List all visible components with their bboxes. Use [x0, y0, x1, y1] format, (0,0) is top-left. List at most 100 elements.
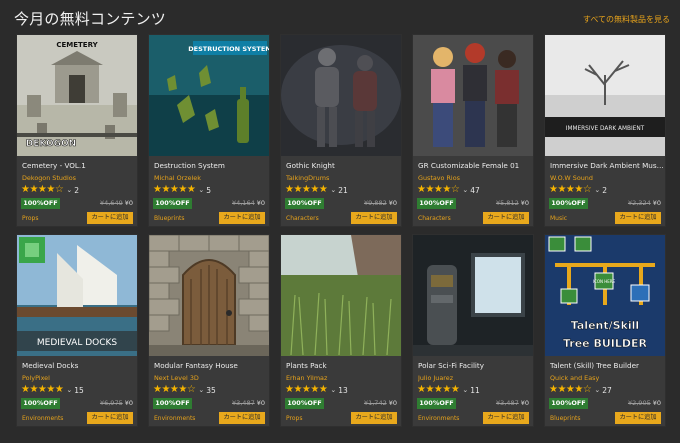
discount-badge: 100%OFF: [549, 198, 588, 209]
product-thumbnail[interactable]: ICON HERE Talent/Skill Tree BUILDER: [545, 235, 665, 356]
category-link[interactable]: Environments: [418, 415, 459, 422]
discount-badge: 100%OFF: [285, 198, 324, 209]
add-to-cart-button[interactable]: カートに追加: [615, 412, 661, 424]
add-to-cart-button[interactable]: カートに追加: [483, 412, 529, 424]
discount-badge: 100%OFF: [153, 398, 192, 409]
rating[interactable]: ★★★★☆ ⌄ 35: [153, 384, 216, 396]
product-card[interactable]: Gothic Knight TalkingDrums ★★★★★ ⌄ 21 10…: [280, 34, 402, 227]
category-link[interactable]: Music: [550, 215, 567, 222]
see-all-free-products-link[interactable]: すべての無料製品を見る: [583, 14, 670, 25]
category-link[interactable]: Environments: [22, 415, 63, 422]
publisher-link[interactable]: Dekogon Studios: [22, 174, 136, 182]
publisher-link[interactable]: Quick and Easy: [550, 374, 664, 382]
rating[interactable]: ★★★★☆ ⌄ 47: [417, 184, 480, 196]
publisher-link[interactable]: Julio Juarez: [418, 374, 532, 382]
product-card[interactable]: DESTRUCTION SYSTEM Destruction System Mi…: [148, 34, 270, 227]
product-thumbnail[interactable]: MEDIEVAL DOCKS: [17, 235, 137, 356]
original-price: ¥4,649: [99, 199, 123, 207]
add-to-cart-button[interactable]: カートに追加: [219, 412, 265, 424]
product-thumbnail[interactable]: [413, 35, 533, 156]
price: ¥2,324 ¥0: [628, 199, 661, 207]
rating[interactable]: ★★★★★ ⌄ 15: [21, 384, 84, 396]
category-link[interactable]: Blueprints: [154, 215, 185, 222]
add-to-cart-button[interactable]: カートに追加: [483, 212, 529, 224]
product-name[interactable]: Immersive Dark Ambient Music P...: [550, 161, 664, 170]
add-to-cart-button[interactable]: カートに追加: [351, 412, 397, 424]
category-link[interactable]: Environments: [154, 415, 195, 422]
add-to-cart-button[interactable]: カートに追加: [87, 412, 133, 424]
price: ¥1,742 ¥0: [364, 399, 397, 407]
product-name[interactable]: Modular Fantasy House: [154, 361, 268, 370]
rating[interactable]: ★★★★★ ⌄ 13: [285, 384, 348, 396]
product-card[interactable]: Plants Pack Erhan Yilmaz ★★★★★ ⌄ 13 100%…: [280, 234, 402, 427]
rating[interactable]: ★★★★★ ⌄ 11: [417, 384, 480, 396]
publisher-link[interactable]: Gustavo Rios: [418, 174, 532, 182]
product-name[interactable]: Cemetery - VOL.1: [22, 161, 136, 170]
chevron-down-icon: ⌄: [330, 386, 337, 394]
add-to-cart-button[interactable]: カートに追加: [351, 212, 397, 224]
star-rating-icon: ★★★★★: [417, 384, 460, 395]
price: ¥4,649 ¥0: [100, 199, 133, 207]
product-name[interactable]: Gothic Knight: [286, 161, 400, 170]
star-rating-icon: ★★★★☆: [417, 184, 460, 195]
add-to-cart-button[interactable]: カートに追加: [87, 212, 133, 224]
product-thumbnail[interactable]: [149, 235, 269, 356]
section-header: 今月の無料コンテンツ すべての無料製品を見る: [14, 8, 670, 32]
star-rating-icon: ★★★★☆: [21, 184, 64, 195]
add-to-cart-button[interactable]: カートに追加: [615, 212, 661, 224]
rating[interactable]: ★★★★★ ⌄ 21: [285, 184, 348, 196]
category-link[interactable]: Props: [22, 215, 38, 222]
product-card[interactable]: Modular Fantasy House Next Level 3D ★★★★…: [148, 234, 270, 427]
product-name[interactable]: Talent (Skill) Tree Builder: [550, 361, 664, 370]
rating[interactable]: ★★★★☆ ⌄ 27: [549, 384, 612, 396]
rating[interactable]: ★★★★★ ⌄ 5: [153, 184, 211, 196]
category-link[interactable]: Blueprints: [550, 415, 581, 422]
rating-count: 35: [206, 385, 216, 395]
product-name[interactable]: GR Customizable Female 01: [418, 161, 532, 170]
publisher-link[interactable]: W.O.W Sound: [550, 174, 664, 182]
product-card[interactable]: IMMERSIVE DARK AMBIENT Immersive Dark Am…: [544, 34, 666, 227]
publisher-link[interactable]: Next Level 3D: [154, 374, 268, 382]
product-thumbnail[interactable]: DESTRUCTION SYSTEM: [149, 35, 269, 156]
publisher-link[interactable]: Erhan Yilmaz: [286, 374, 400, 382]
product-card[interactable]: GR Customizable Female 01 Gustavo Rios ★…: [412, 34, 534, 227]
category-link[interactable]: Characters: [418, 215, 451, 222]
product-card[interactable]: MEDIEVAL DOCKS Medieval Docks PolyPixel …: [16, 234, 138, 427]
category-link[interactable]: Characters: [286, 215, 319, 222]
product-name[interactable]: Medieval Docks: [22, 361, 136, 370]
chevron-down-icon: ⌄: [66, 386, 73, 394]
discount-badge: 100%OFF: [549, 398, 588, 409]
product-thumbnail[interactable]: [281, 235, 401, 356]
product-thumbnail[interactable]: IMMERSIVE DARK AMBIENT: [545, 35, 665, 156]
product-card[interactable]: Polar Sci-Fi Facility Julio Juarez ★★★★★…: [412, 234, 534, 427]
overlay-subtitle: Tree BUILDER: [563, 337, 648, 350]
publisher-link[interactable]: PolyPixel: [22, 374, 136, 382]
product-card[interactable]: CEMETERY DEKOGON Cemetery - VOL.1 Dekogo…: [16, 34, 138, 227]
product-thumbnail[interactable]: CEMETERY DEKOGON: [17, 35, 137, 156]
product-name[interactable]: Polar Sci-Fi Facility: [418, 361, 532, 370]
chevron-down-icon: ⌄: [198, 186, 205, 194]
destruction-system-thumbnail: DESTRUCTION SYSTEM: [149, 35, 269, 156]
rating[interactable]: ★★★★☆ ⌄ 2: [549, 184, 607, 196]
category-link[interactable]: Props: [286, 415, 302, 422]
page-title: 今月の無料コンテンツ: [14, 10, 167, 28]
star-rating-icon: ★★★★★: [21, 384, 64, 395]
overlay-title: Talent/Skill: [571, 319, 639, 332]
rating-count: 15: [74, 385, 84, 395]
publisher-link[interactable]: Michal Orzelek: [154, 174, 268, 182]
original-price: ¥3,487: [231, 399, 255, 407]
product-card[interactable]: ICON HERE Talent/Skill Tree BUILDER Tale…: [544, 234, 666, 427]
chevron-down-icon: ⌄: [66, 186, 73, 194]
star-rating-icon: ★★★★★: [285, 384, 328, 395]
product-thumbnail[interactable]: [413, 235, 533, 356]
add-to-cart-button[interactable]: カートに追加: [219, 212, 265, 224]
rating-count: 2: [74, 185, 79, 195]
rating[interactable]: ★★★★☆ ⌄ 2: [21, 184, 79, 196]
product-grid: CEMETERY DEKOGON Cemetery - VOL.1 Dekogo…: [16, 34, 666, 434]
product-name[interactable]: Plants Pack: [286, 361, 400, 370]
rating-count: 47: [470, 185, 480, 195]
product-thumbnail[interactable]: [281, 35, 401, 156]
publisher-link[interactable]: TalkingDrums: [286, 174, 400, 182]
original-price: ¥9,882: [363, 199, 387, 207]
product-name[interactable]: Destruction System: [154, 161, 268, 170]
